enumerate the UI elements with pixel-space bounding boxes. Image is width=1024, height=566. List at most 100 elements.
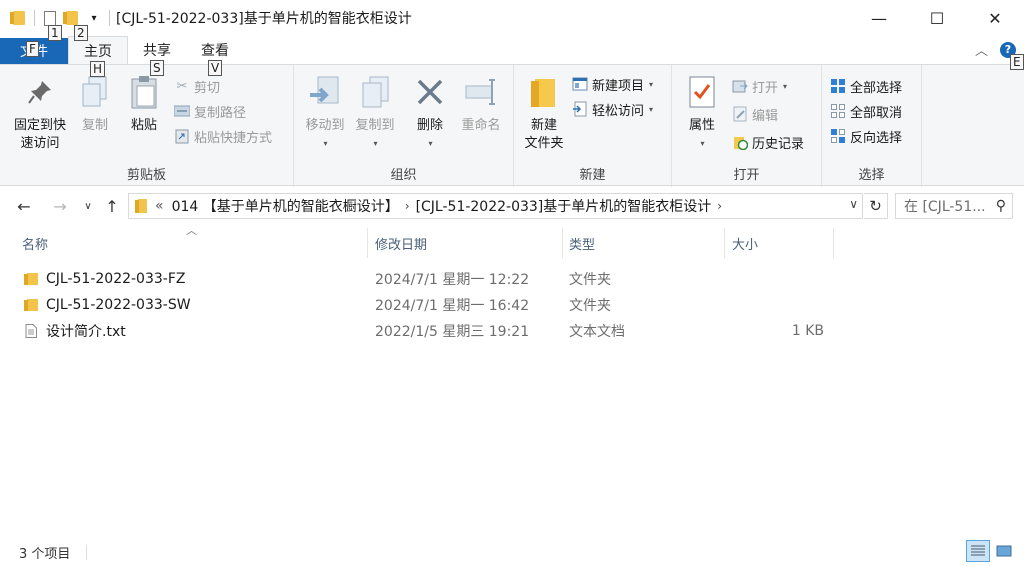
column-name[interactable]: 名称 bbox=[16, 228, 368, 258]
rename-button[interactable]: 重命名 bbox=[454, 71, 508, 135]
new-group: 新建 文件夹 新建项目 ▾ 轻松访问 ▾ 新建 bbox=[514, 65, 672, 187]
edit-button[interactable]: 编辑 bbox=[732, 103, 778, 125]
file-type: 文件夹 bbox=[569, 297, 611, 314]
copy-path-icon bbox=[174, 103, 190, 119]
history-button[interactable]: 历史记录 bbox=[732, 131, 804, 153]
new-item-button[interactable]: 新建项目 ▾ bbox=[572, 73, 653, 95]
select-none-button[interactable]: 全部取消 bbox=[830, 100, 902, 122]
title-bar: ▾ 1 2 [CJL-51-2022-033]基于单片机的智能衣柜设计 — ☐ … bbox=[0, 0, 1024, 41]
refresh-icon[interactable]: ↻ bbox=[864, 193, 888, 219]
move-to-icon bbox=[307, 71, 343, 113]
edit-icon bbox=[732, 106, 748, 122]
file-name: CJL-51-2022-033-FZ bbox=[46, 270, 186, 287]
file-row[interactable]: CJL-51-2022-033-SW 2024/7/1 星期一 16:42 文件… bbox=[0, 292, 1024, 317]
keytip-2: 2 bbox=[74, 25, 88, 41]
keytip-v: V bbox=[208, 60, 223, 76]
open-group: 属性 ▾ 打开 ▾ 编辑 历史记录 打开 bbox=[672, 65, 822, 187]
keytip-s: S bbox=[150, 60, 164, 76]
breadcrumb-chevron-icon[interactable]: › bbox=[717, 199, 722, 213]
new-folder-button[interactable]: 新建 文件夹 bbox=[518, 71, 570, 153]
copy-to-button[interactable]: 复制到 ▾ bbox=[350, 71, 400, 153]
open-group-label: 打开 bbox=[733, 168, 760, 183]
easy-access-icon bbox=[572, 101, 588, 117]
copy-path-button[interactable]: 复制路径 bbox=[174, 100, 246, 122]
recent-locations-icon[interactable]: ∨ bbox=[76, 194, 100, 218]
status-bar: 3 个项目 bbox=[0, 538, 1024, 566]
collapse-ribbon-icon[interactable]: ︿ bbox=[975, 40, 988, 59]
column-headers: ︿ 名称 修改日期 类型 大小 bbox=[0, 224, 1024, 258]
back-arrow-icon[interactable]: ← bbox=[12, 194, 36, 218]
move-to-button[interactable]: 移动到 ▾ bbox=[300, 71, 350, 153]
select-group: 全部选择 全部取消 反向选择 选择 bbox=[822, 65, 922, 187]
new-item-icon bbox=[572, 76, 588, 92]
tab-share[interactable]: 共享 S bbox=[128, 36, 186, 76]
up-arrow-icon[interactable]: ↑ bbox=[100, 194, 124, 218]
file-type: 文件夹 bbox=[569, 271, 611, 288]
tab-view[interactable]: 查看 V bbox=[186, 36, 244, 76]
easy-access-button[interactable]: 轻松访问 ▾ bbox=[572, 98, 653, 120]
address-folder-icon bbox=[135, 198, 147, 214]
open-button[interactable]: 打开 ▾ bbox=[732, 75, 787, 97]
file-size bbox=[732, 292, 824, 317]
file-modified: 2024/7/1 星期一 16:42 bbox=[375, 297, 530, 314]
folder-icon bbox=[24, 272, 38, 285]
large-icons-view-icon[interactable] bbox=[992, 540, 1016, 562]
file-modified: 2024/7/1 星期一 12:22 bbox=[375, 271, 530, 288]
breadcrumb-chevron-icon[interactable]: › bbox=[405, 199, 410, 213]
ribbon: 固定到快 速访问 复制 粘贴 ✂ 剪切 复制路径 粘贴快捷方式 剪贴板 移动到 … bbox=[0, 64, 1024, 187]
cut-button[interactable]: ✂ 剪切 bbox=[174, 75, 220, 97]
scissors-icon: ✂ bbox=[176, 78, 188, 94]
file-modified: 2022/1/5 星期三 19:21 bbox=[375, 323, 530, 340]
properties-button[interactable]: 属性 ▾ bbox=[680, 71, 724, 153]
file-row[interactable]: 设计简介.txt 2022/1/5 星期三 19:21 文本文档 1 KB bbox=[0, 318, 1024, 343]
text-file-icon bbox=[25, 323, 37, 338]
file-type: 文本文档 bbox=[569, 323, 625, 340]
file-size bbox=[732, 266, 824, 291]
rename-icon bbox=[463, 71, 499, 113]
clipboard-group-label: 剪贴板 bbox=[126, 168, 166, 183]
delete-button[interactable]: 删除 ▾ bbox=[408, 71, 452, 153]
select-all-icon bbox=[830, 78, 846, 94]
forward-arrow-icon[interactable]: → bbox=[48, 194, 72, 218]
column-type[interactable]: 类型 bbox=[563, 228, 725, 258]
ribbon-tabs: 文件 F 主页 H 共享 S 查看 V ︿ ? E bbox=[0, 36, 1024, 77]
pin-quick-access-button[interactable]: 固定到快 速访问 bbox=[6, 71, 74, 153]
quick-access-toolbar: ▾ 1 2 bbox=[0, 7, 114, 41]
breadcrumb-overflow[interactable]: « bbox=[155, 198, 164, 214]
search-icon: ⚲ bbox=[995, 198, 1006, 214]
open-icon bbox=[732, 78, 748, 94]
select-all-button[interactable]: 全部选择 bbox=[830, 75, 902, 97]
keytip-1: 1 bbox=[48, 25, 62, 41]
maximize-button[interactable]: ☐ bbox=[908, 0, 966, 36]
minimize-button[interactable]: — bbox=[850, 0, 908, 36]
folder-icon[interactable] bbox=[8, 7, 30, 29]
keytip-h: H bbox=[90, 61, 106, 77]
folder-icon bbox=[24, 298, 38, 311]
history-icon bbox=[732, 134, 748, 150]
copy-to-icon bbox=[357, 71, 393, 113]
copy-button[interactable]: 复制 bbox=[76, 71, 114, 135]
search-placeholder: 在 [CJL-51... bbox=[904, 199, 986, 215]
paste-button[interactable]: 粘贴 bbox=[122, 71, 166, 135]
column-size[interactable]: 大小 bbox=[726, 228, 834, 258]
select-group-label: 选择 bbox=[858, 168, 885, 183]
search-input[interactable]: 在 [CJL-51... ⚲ bbox=[895, 193, 1013, 219]
file-row[interactable]: CJL-51-2022-033-FZ 2024/7/1 星期一 12:22 文件… bbox=[0, 266, 1024, 291]
tab-file[interactable]: 文件 F bbox=[0, 38, 68, 64]
column-modified[interactable]: 修改日期 bbox=[369, 228, 563, 258]
close-button[interactable]: ✕ bbox=[966, 0, 1024, 36]
copy-icon bbox=[77, 71, 113, 113]
address-dropdown-icon[interactable]: ∨ bbox=[849, 197, 858, 211]
details-view-icon[interactable] bbox=[966, 540, 990, 562]
window-title: [CJL-51-2022-033]基于单片机的智能衣柜设计 bbox=[116, 11, 412, 27]
invert-selection-button[interactable]: 反向选择 bbox=[830, 125, 902, 147]
select-none-icon bbox=[830, 103, 846, 119]
file-name: CJL-51-2022-033-SW bbox=[46, 296, 191, 313]
file-name: 设计简介.txt bbox=[46, 323, 126, 340]
breadcrumb-current[interactable]: [CJL-51-2022-033]基于单片机的智能衣柜设计 bbox=[416, 196, 712, 216]
address-bar[interactable]: « 014 【基于单片机的智能衣橱设计】 › [CJL-51-2022-033]… bbox=[128, 193, 863, 219]
breadcrumb-parent[interactable]: 014 【基于单片机的智能衣橱设计】 bbox=[172, 196, 399, 216]
paste-shortcut-button[interactable]: 粘贴快捷方式 bbox=[174, 125, 272, 147]
navigation-bar: ← → ∨ ↑ « 014 【基于单片机的智能衣橱设计】 › [CJL-51-2… bbox=[0, 190, 1024, 222]
new-folder-icon bbox=[526, 71, 562, 113]
